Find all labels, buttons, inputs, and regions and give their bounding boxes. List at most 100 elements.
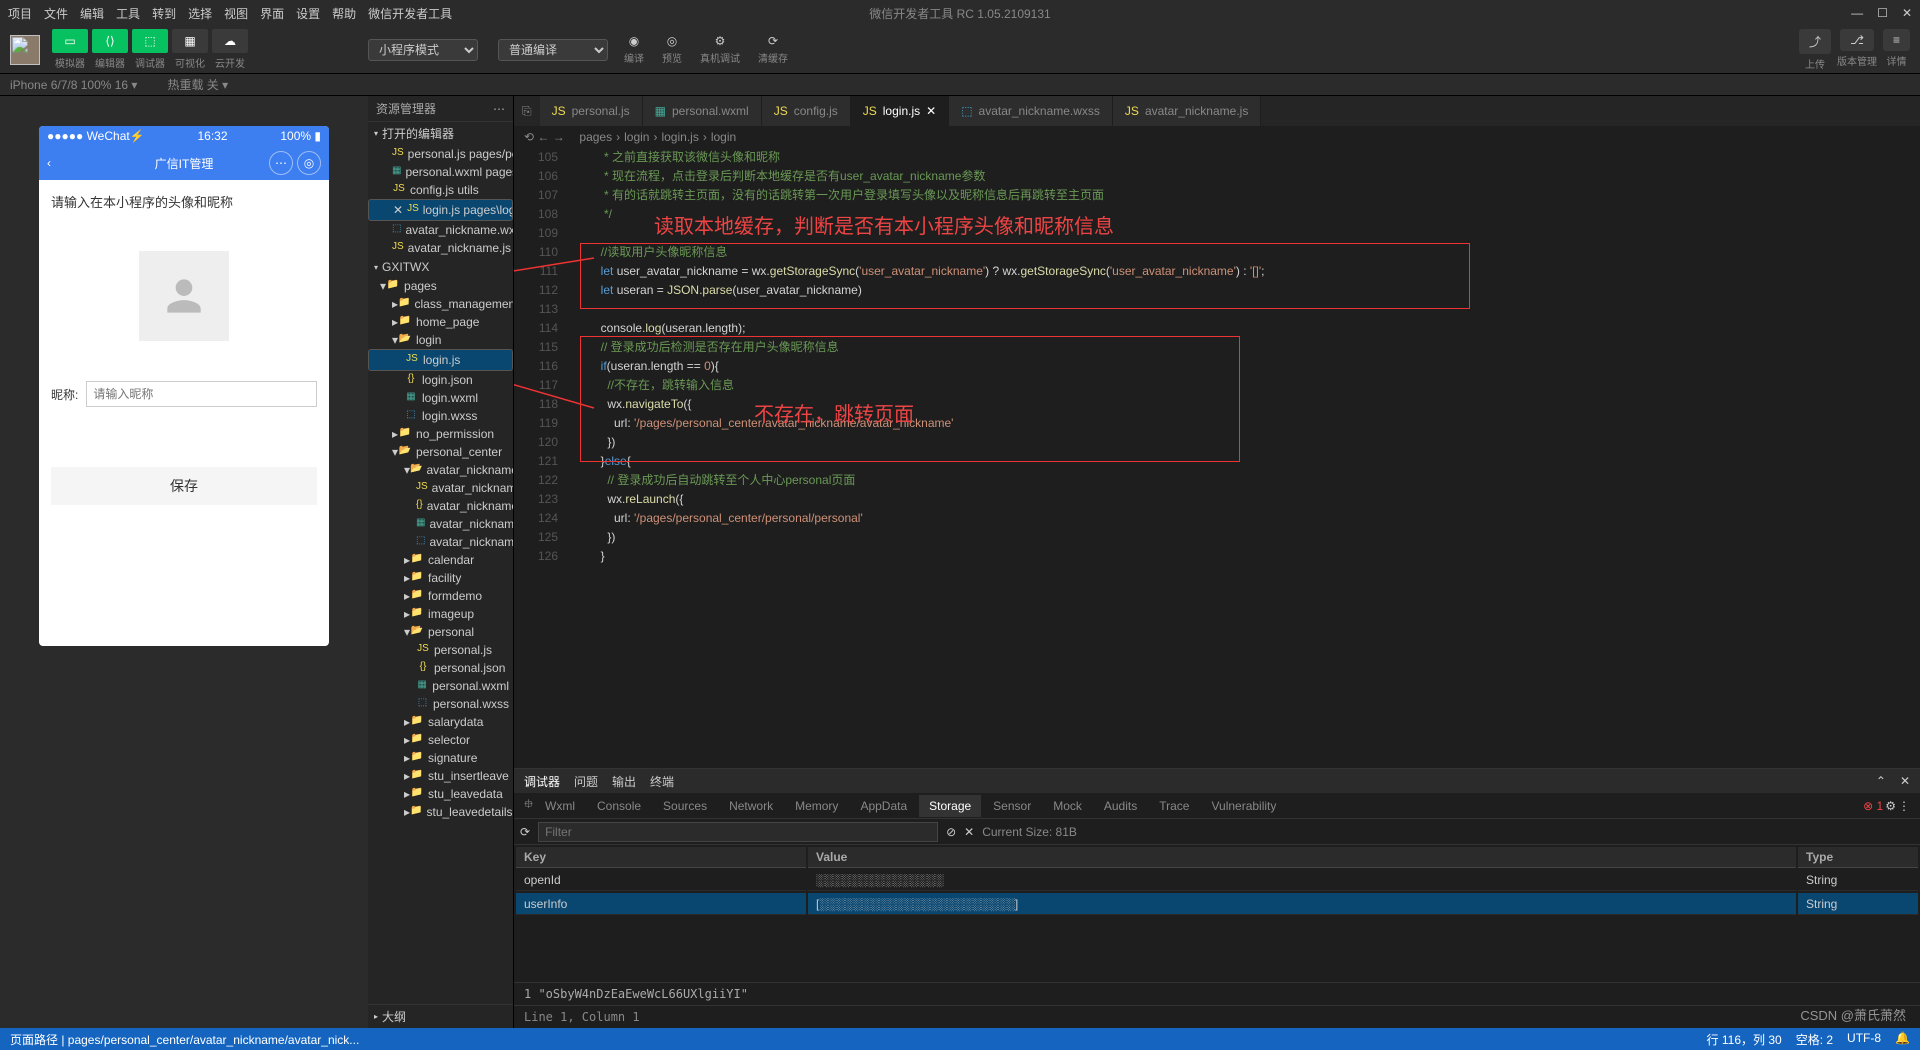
close-panel-icon[interactable]: ✕ [1900, 774, 1910, 788]
dt-mock[interactable]: Mock [1043, 795, 1092, 817]
back-icon[interactable]: ‹ [47, 156, 51, 170]
dt-network[interactable]: Network [719, 795, 783, 817]
dt-wxml[interactable]: Wxml [535, 795, 585, 817]
error-badge[interactable]: ⊗ 1 [1863, 799, 1883, 813]
mode-select[interactable]: 小程序模式 [368, 39, 478, 61]
devtools-tab[interactable]: 终端 [650, 773, 674, 790]
notification-icon[interactable]: 🔔 [1895, 1031, 1910, 1048]
folder[interactable]: ▸📁calendar [368, 551, 513, 569]
debugger-button[interactable]: ⬚ [132, 29, 168, 53]
folder[interactable]: ▸📁imageup [368, 605, 513, 623]
dt-storage[interactable]: Storage [919, 795, 981, 817]
nickname-input[interactable] [86, 381, 317, 407]
open-file[interactable]: JSconfig.js utils [368, 181, 513, 199]
editor-button[interactable]: ⟨⟩ [92, 29, 128, 53]
file[interactable]: {}login.json [368, 371, 513, 389]
dt-audits[interactable]: Audits [1094, 795, 1147, 817]
file-login-js[interactable]: JSlogin.js [368, 349, 513, 371]
tab-config-js[interactable]: JSconfig.js [762, 96, 851, 126]
storage-row-selected[interactable]: userInfo[░░░░░░░░░░░░░░░░░░░░░░░]String [516, 893, 1918, 915]
cursor-position[interactable]: 行 116，列 30 [1707, 1031, 1782, 1048]
clear-icon[interactable]: ⊘ [946, 825, 956, 839]
menu-select[interactable]: 选择 [188, 5, 212, 22]
file[interactable]: {}personal.json [368, 659, 513, 677]
dt-memory[interactable]: Memory [785, 795, 848, 817]
project-section[interactable]: ▾GXITWX [368, 257, 513, 277]
menu-tool[interactable]: 工具 [116, 5, 140, 22]
preview-icon[interactable]: ◎ [667, 34, 677, 48]
folder[interactable]: ▸📁stu_leavedetails [368, 803, 513, 821]
folder[interactable]: ▸📁no_permission [368, 425, 513, 443]
folder[interactable]: ▸📁stu_insertleave [368, 767, 513, 785]
delete-icon[interactable]: ✕ [964, 825, 974, 839]
encoding-info[interactable]: UTF-8 [1847, 1031, 1881, 1048]
compile-select[interactable]: 普通编译 [498, 39, 608, 61]
file[interactable]: JSpersonal.js [368, 641, 513, 659]
menu-help[interactable]: 帮助 [332, 5, 356, 22]
tab-personal-wxml[interactable]: ▦personal.wxml [643, 96, 762, 126]
file[interactable]: {}avatar_nickname.j... [368, 497, 513, 515]
devtools-tab[interactable]: 调试器 [524, 773, 560, 790]
folder[interactable]: ▸📁home_page [368, 313, 513, 331]
file[interactable]: ▦login.wxml [368, 389, 513, 407]
open-file-active[interactable]: ✕JSlogin.js pages\login [368, 199, 513, 221]
more-icon[interactable]: ⋮ [1898, 799, 1910, 813]
hot-reload-toggle[interactable]: 热重载 关 ▾ [167, 76, 228, 93]
breadcrumb[interactable]: ⟲ ← → pages › login › login.js › login [514, 126, 1920, 148]
close-icon[interactable]: ✕ [1902, 6, 1912, 20]
folder[interactable]: ▸📁salarydata [368, 713, 513, 731]
folder[interactable]: ▸📁signature [368, 749, 513, 767]
phone-preview[interactable]: ●●●●● WeChat⚡16:32100% ▮ ‹ 广信IT管理 ⋯◎ 请输入… [39, 126, 329, 646]
menu-dots-icon[interactable]: ⋯ [269, 151, 293, 175]
file[interactable]: ▦avatar_nickname.w... [368, 515, 513, 533]
clear-cache-icon[interactable]: ⟳ [768, 34, 778, 48]
save-button[interactable]: 保存 [51, 467, 317, 505]
dt-sources[interactable]: Sources [653, 795, 717, 817]
target-icon[interactable]: ◎ [297, 151, 321, 175]
refresh-icon[interactable]: ⟳ [520, 825, 530, 839]
tab-personal-js[interactable]: JSpersonal.js [540, 96, 643, 126]
folder-login[interactable]: ▾📂login [368, 331, 513, 349]
open-file[interactable]: ⬚avatar_nickname.wxss... [368, 221, 513, 239]
dt-vuln[interactable]: Vulnerability [1201, 795, 1286, 817]
open-file[interactable]: JSpersonal.js pages/perso... [368, 145, 513, 163]
tab-avatar-js[interactable]: JSavatar_nickname.js [1113, 96, 1261, 126]
dt-console[interactable]: Console [587, 795, 651, 817]
menu-file[interactable]: 文件 [44, 5, 68, 22]
cloud-button[interactable]: ☁ [212, 29, 248, 53]
open-editors-section[interactable]: ▾打开的编辑器 [368, 122, 513, 145]
menu-ui[interactable]: 界面 [260, 5, 284, 22]
dt-sensor[interactable]: Sensor [983, 795, 1041, 817]
outline-section[interactable]: ▸大纲 [368, 1004, 513, 1028]
device-selector[interactable]: iPhone 6/7/8 100% 16 ▾ [10, 78, 137, 92]
devtools-tab[interactable]: 问题 [574, 773, 598, 790]
folder[interactable]: ▸📁selector [368, 731, 513, 749]
menu-edit[interactable]: 编辑 [80, 5, 104, 22]
chevron-up-icon[interactable]: ⌃ [1876, 774, 1886, 788]
folder-pages[interactable]: ▾📁pages [368, 277, 513, 295]
avatar-placeholder[interactable] [139, 251, 229, 341]
detail-button[interactable]: ≡ [1883, 29, 1910, 51]
avatar[interactable] [10, 35, 40, 65]
menu-wechat[interactable]: 微信开发者工具 [368, 5, 452, 22]
simulator-button[interactable]: ▭ [52, 29, 88, 53]
explorer-icon[interactable]: ⎘ [514, 104, 540, 119]
dt-appdata[interactable]: AppData [850, 795, 917, 817]
menu-view[interactable]: 视图 [224, 5, 248, 22]
folder[interactable]: ▸📁facility [368, 569, 513, 587]
file[interactable]: ▦personal.wxml [368, 677, 513, 695]
storage-row[interactable]: openId░░░░░░░░░░░░░░░String [516, 870, 1918, 891]
file[interactable]: JSavatar_nickname.js [368, 479, 513, 497]
compile-icon[interactable]: ◉ [629, 34, 639, 48]
remote-debug-icon[interactable]: ⚙ [715, 34, 726, 48]
minimize-icon[interactable]: — [1851, 6, 1863, 20]
menu-settings[interactable]: 设置 [296, 5, 320, 22]
menu-goto[interactable]: 转到 [152, 5, 176, 22]
tab-login-js[interactable]: JSlogin.js✕ [851, 96, 949, 126]
file[interactable]: ⬚personal.wxss [368, 695, 513, 713]
gear-icon[interactable]: ⚙ [1885, 799, 1896, 813]
folder[interactable]: ▸📁formdemo [368, 587, 513, 605]
page-path[interactable]: 页面路径 | pages/personal_center/avatar_nick… [10, 1031, 359, 1048]
tab-avatar-wxss[interactable]: ⬚avatar_nickname.wxss [949, 96, 1113, 126]
more-icon[interactable]: ⋯ [493, 102, 505, 116]
